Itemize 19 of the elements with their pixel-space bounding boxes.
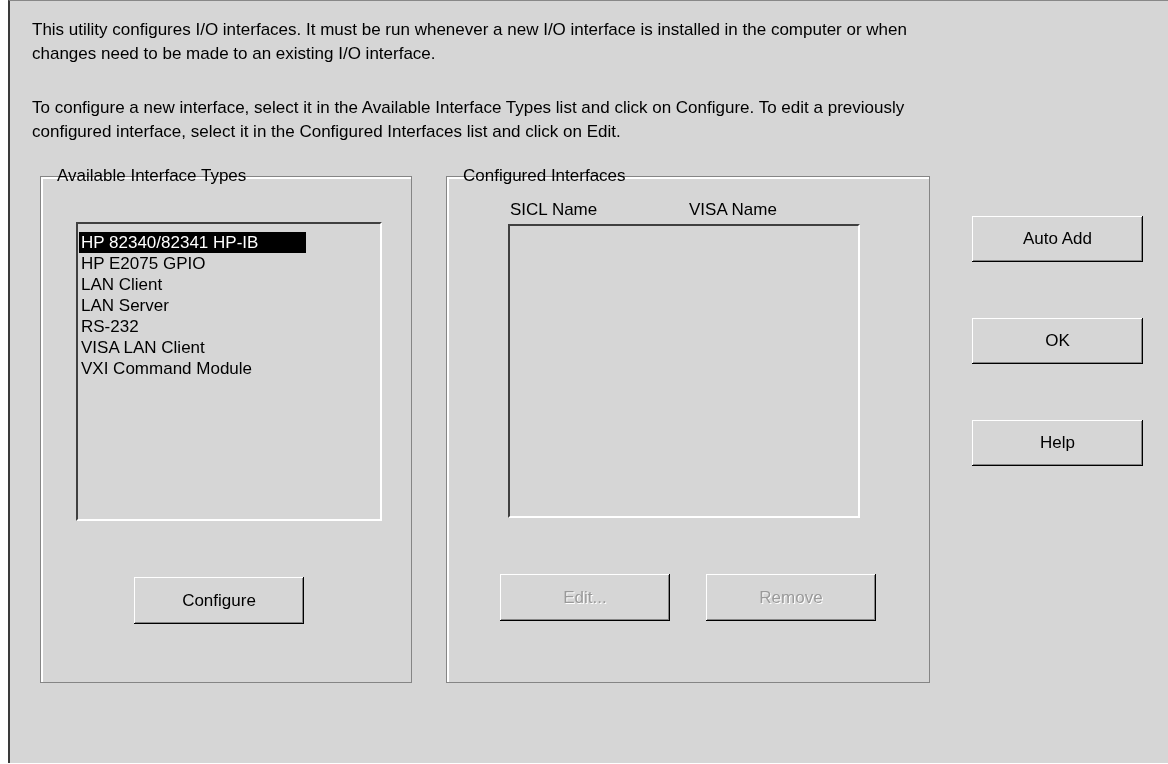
list-item[interactable]: VXI Command Module [79,358,253,379]
group-title: Configured Interfaces [462,166,627,186]
list-item[interactable]: HP E2075 GPIO [79,253,206,274]
list-item[interactable]: VISA LAN Client [79,337,205,358]
group-title: Available Interface Types [56,166,248,186]
list-item[interactable]: LAN Client [79,274,163,295]
list-item[interactable]: RS-232 [79,316,139,337]
column-header: SICL Name [510,200,599,220]
configure-button[interactable]: Configure [134,577,304,624]
column-header: VISA Name [689,200,778,220]
dialog-button[interactable]: Help [972,420,1143,466]
configured-list[interactable] [508,224,860,518]
instruction-text: This utility configures I/O interfaces. It must be run whenever a new I/O interface is installed in the computer or when changes need to be made to an existing I/O interface. [32,19,908,65]
dialog-button[interactable]: Auto Add [972,216,1143,262]
instruction-text: To configure a new interface, select it in the Available Interface Types list and click on Configure. To edit a previously configured interface, select it in the Configured Interfaces list and click on Edit. [32,97,906,143]
interface-list[interactable]: HP 82340/82341 HP-IB HP E2075 GPIO LAN Client LAN Server RS-232 VISA LAN Client VXI Command Module [76,222,382,521]
dialog-button[interactable]: OK [972,318,1143,364]
list-item[interactable]: HP 82340/82341 HP-IB [79,232,307,253]
list-item[interactable]: LAN Server [79,295,169,316]
